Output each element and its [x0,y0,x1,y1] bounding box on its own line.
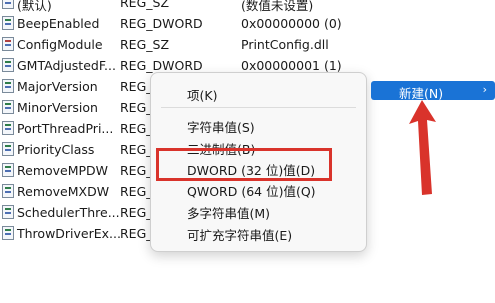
value-name: PortThreadPri... [17,121,114,136]
chevron-right-icon: › [482,83,487,96]
value-data: (数值未设置) [241,0,314,13]
value-name: MinorVersion [17,100,98,115]
string-value-icon [2,0,14,9]
value-type: REG_DWORD [120,58,203,73]
menu-item-expandable-string-value[interactable]: 可扩充字符串值(E) [187,225,292,244]
value-name: ConfigModule [17,37,103,52]
value-type: REG_SZ [120,37,170,52]
value-name: GMTAdjustedF... [17,58,116,73]
binary-value-icon [2,100,14,114]
binary-value-icon [2,121,14,135]
value-data: 0x00000000 (0) [241,16,342,31]
string-value-icon [2,37,14,51]
registry-row[interactable]: ConfigModule REG_SZ PrintConfig.dll [0,34,495,55]
value-type: REG_ [120,205,153,220]
value-data: 0x00000001 (1) [241,58,342,73]
menu-separator [161,107,356,108]
dword-highlight-annotation [156,148,332,181]
binary-value-icon [2,163,14,177]
value-name: ThrowDriverEx... [17,226,121,241]
value-type: REG_ [120,79,153,94]
value-name: RemoveMPDW [17,163,109,178]
binary-value-icon [2,184,14,198]
value-name: (默认) [17,0,52,13]
value-type: REG_DWORD [120,16,203,31]
value-type: REG_SZ [120,0,170,10]
value-type: REG_ [120,184,153,199]
registry-row[interactable]: (默认) REG_SZ (数值未设置) [0,0,495,13]
value-name: SchedulerThre... [17,205,120,220]
value-name: PriorityClass [17,142,95,157]
binary-value-icon [2,79,14,93]
menu-item-qword-value[interactable]: QWORD (64 位)值(Q) [187,181,316,200]
menu-item-key[interactable]: 项(K) [187,85,217,104]
value-data: PrintConfig.dll [241,37,329,52]
value-type: REG_ [120,163,153,178]
value-type: REG_ [120,100,153,115]
binary-value-icon [2,226,14,240]
red-arrow-annotation [409,100,436,195]
value-name: BeepEnabled [17,16,100,31]
value-type: REG_ [120,226,153,241]
binary-value-icon [2,58,14,72]
value-type: REG_ [120,121,153,136]
binary-value-icon [2,16,14,30]
menu-item-string-value[interactable]: 字符串值(S) [187,117,255,136]
menu-item-multi-string-value[interactable]: 多字符串值(M) [187,203,270,222]
value-type: REG_ [120,142,153,157]
value-name: MajorVersion [17,79,98,94]
registry-row[interactable]: BeepEnabled REG_DWORD 0x00000000 (0) [0,13,495,34]
binary-value-icon [2,142,14,156]
binary-value-icon [2,205,14,219]
value-name: RemoveMXDW [17,184,110,199]
